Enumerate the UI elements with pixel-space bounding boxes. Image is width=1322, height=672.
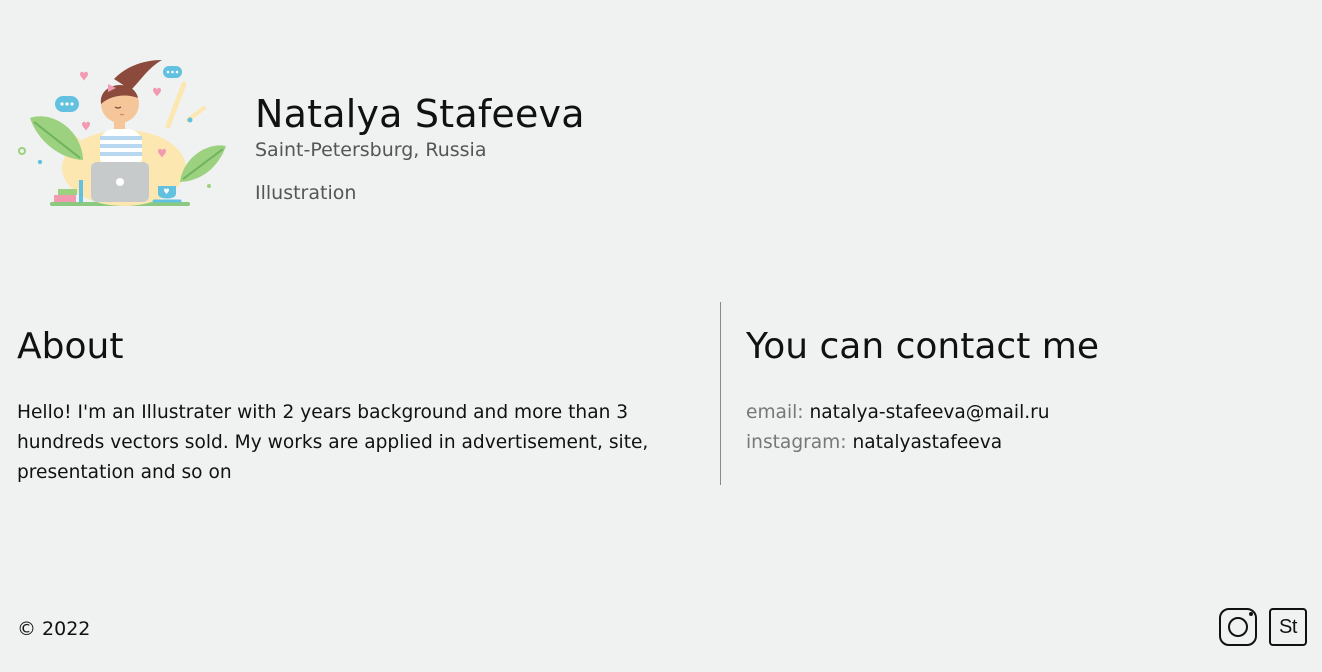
profile-field: Illustration [255, 182, 357, 204]
profile-name: Natalya Stafeeva [255, 92, 585, 137]
social-links: St [1219, 608, 1307, 646]
behance-button[interactable]: St [1269, 608, 1307, 646]
instagram-icon [1228, 612, 1253, 637]
section-divider [720, 302, 721, 485]
copyright: © 2022 [17, 618, 91, 640]
behance-icon: St [1279, 616, 1297, 638]
profile-location: Saint-Petersburg, Russia [255, 139, 487, 161]
instagram-row: instagram: natalyastafeeva [746, 428, 1306, 458]
instagram-label: instagram: [746, 432, 847, 453]
contact-section: You can contact me email: natalya-stafee… [746, 322, 1306, 458]
about-text: Hello! I'm an Illustrater with 2 years b… [17, 402, 649, 483]
contact-list: email: natalya-stafeeva@mail.ru instagra… [746, 398, 1306, 458]
about-section: About Hello! I'm an Illustrater with 2 y… [17, 322, 697, 488]
email-row: email: natalya-stafeeva@mail.ru [746, 398, 1306, 428]
about-title: About [17, 326, 124, 367]
email-link[interactable]: natalya-stafeeva@mail.ru [809, 402, 1049, 423]
email-label: email: [746, 402, 804, 423]
avatar-illustration [16, 56, 234, 212]
contact-title: You can contact me [746, 326, 1099, 367]
profile-header: Natalya Stafeeva Saint-Petersburg, Russi… [16, 56, 716, 216]
instagram-link[interactable]: natalyastafeeva [852, 432, 1002, 453]
instagram-button[interactable] [1219, 608, 1257, 646]
instagram-dot-icon [1249, 612, 1253, 616]
